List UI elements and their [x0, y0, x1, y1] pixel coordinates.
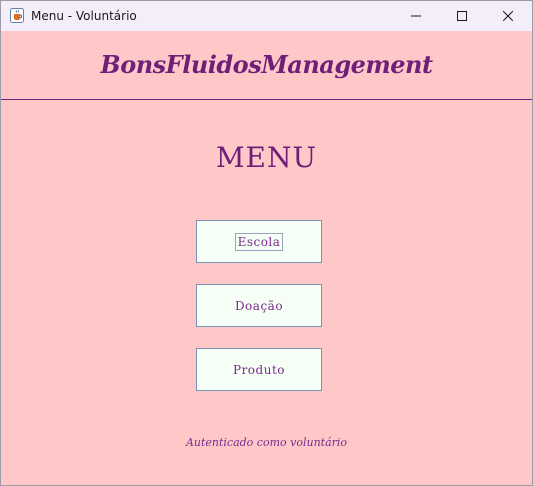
escola-button[interactable]: Escola: [196, 220, 322, 263]
page-title: MENU: [215, 141, 318, 174]
auth-status-text: Autenticado como voluntário: [185, 436, 348, 449]
window-title: Menu - Voluntário: [31, 9, 137, 23]
doacao-button-label: Doação: [234, 298, 284, 313]
maximize-button[interactable]: [439, 1, 485, 31]
java-cup-icon: [10, 8, 24, 23]
produto-button-label: Produto: [233, 362, 285, 377]
minimize-button[interactable]: [393, 1, 439, 31]
brand-header: BonsFluidosManagement: [1, 31, 532, 100]
close-button[interactable]: [485, 1, 531, 31]
doacao-button[interactable]: Doação: [196, 284, 322, 327]
escola-button-label: Escola: [234, 232, 284, 251]
maximize-icon: [457, 11, 467, 21]
brand-title: BonsFluidosManagement: [100, 50, 433, 79]
app-window: Menu - Voluntário BonsFluidosManagement …: [0, 0, 533, 486]
minimize-icon: [411, 15, 421, 17]
produto-button[interactable]: Produto: [196, 348, 322, 391]
title-bar[interactable]: Menu - Voluntário: [1, 1, 532, 31]
close-icon: [503, 11, 513, 21]
